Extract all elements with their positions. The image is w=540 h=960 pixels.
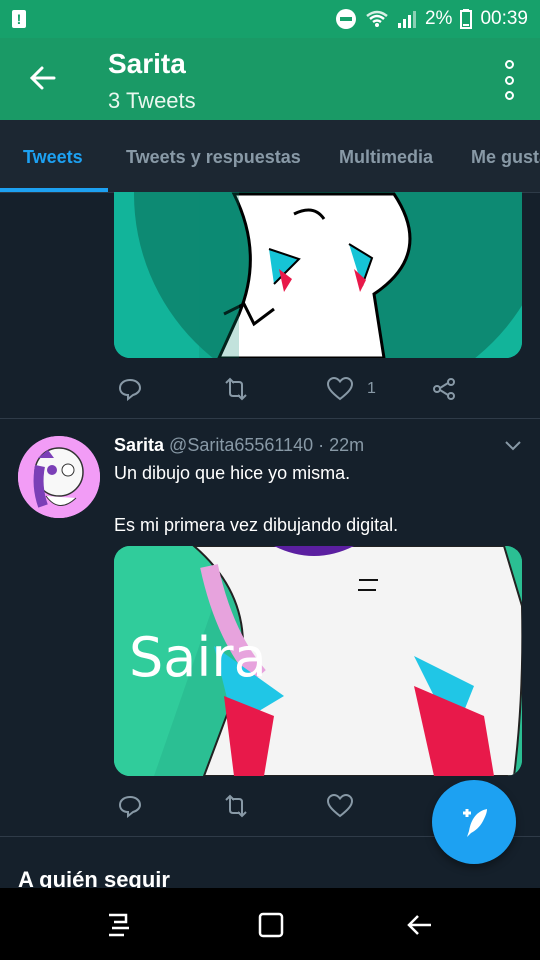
- retweet-icon[interactable]: [222, 377, 250, 401]
- tweet-time: · 22m: [318, 435, 365, 455]
- reply-icon[interactable]: [118, 377, 142, 401]
- tab-tweets-replies[interactable]: Tweets y respuestas: [126, 147, 301, 168]
- signal-icon: [397, 11, 416, 28]
- like-action[interactable]: 1: [327, 377, 376, 401]
- tweet-author: Sarita @Sarita65561140 · 22m: [114, 435, 364, 456]
- like-icon[interactable]: [327, 377, 353, 401]
- tweet-1-image[interactable]: [114, 192, 522, 358]
- back-arrow-icon[interactable]: [24, 60, 60, 96]
- page-title: Sarita: [108, 48, 186, 79]
- divider: [0, 418, 540, 419]
- alert-icon: !: [12, 10, 26, 28]
- wifi-icon: [366, 10, 388, 27]
- back-nav-icon[interactable]: [406, 912, 434, 938]
- compose-tweet-button[interactable]: [432, 780, 516, 864]
- like-count: 1: [367, 380, 376, 397]
- dnd-icon: [335, 9, 356, 29]
- recent-apps-icon[interactable]: [106, 912, 132, 938]
- image-signature-text: Saira: [129, 626, 267, 689]
- tweet-text: Un dibujo que hice yo misma. Es mi prime…: [114, 463, 399, 535]
- tweet-2-image[interactable]: Saira: [114, 546, 522, 776]
- status-bar: ! 2% 00:39: [0, 0, 540, 38]
- tab-tweets[interactable]: Tweets: [23, 147, 83, 168]
- battery-percent: 2%: [424, 8, 453, 29]
- battery-icon: [460, 9, 473, 29]
- navigation-bar: [0, 888, 540, 960]
- home-icon[interactable]: [258, 912, 284, 938]
- author-name[interactable]: Sarita: [114, 435, 164, 455]
- tweet-count: 3 Tweets: [108, 88, 196, 113]
- section-title-who-to-follow: A quién seguir: [18, 867, 170, 888]
- reply-icon[interactable]: [118, 794, 142, 818]
- profile-tabs: Tweets Tweets y respuestas Multimedia Me…: [0, 120, 540, 193]
- avatar[interactable]: [18, 436, 100, 518]
- more-options-icon[interactable]: [504, 60, 514, 100]
- tab-likes[interactable]: Me gusta: [471, 147, 540, 168]
- compose-feather-icon: [463, 809, 487, 837]
- retweet-icon[interactable]: [222, 794, 250, 818]
- tab-media[interactable]: Multimedia: [339, 147, 433, 168]
- share-icon[interactable]: [432, 377, 456, 401]
- chevron-down-icon[interactable]: [504, 440, 522, 452]
- profile-header: Sarita 3 Tweets: [0, 38, 540, 120]
- like-icon[interactable]: [327, 794, 353, 818]
- author-handle[interactable]: @Sarita65561140: [169, 435, 313, 455]
- status-time: 00:39: [480, 8, 528, 29]
